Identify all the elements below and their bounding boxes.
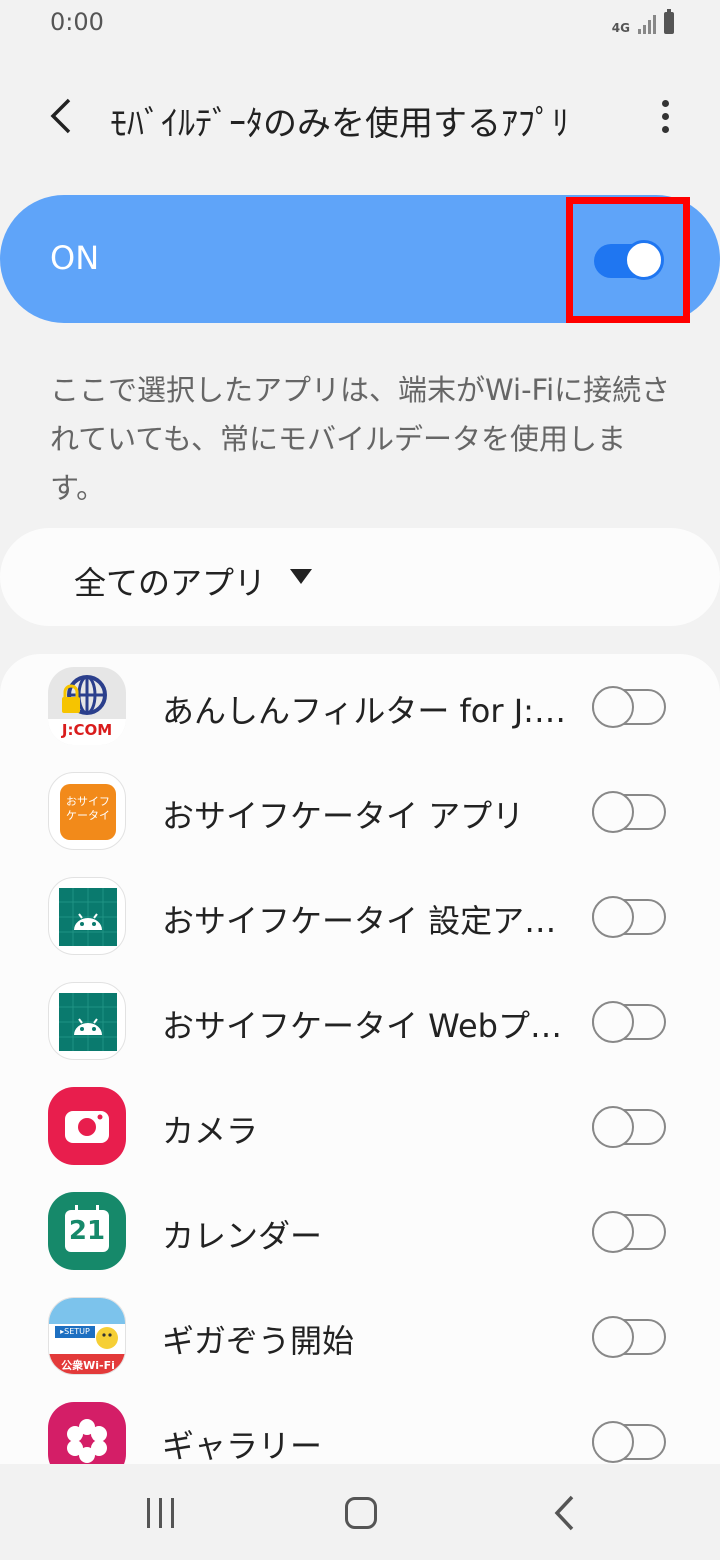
back-icon[interactable] [548,1494,582,1532]
app-toggle[interactable] [592,1316,666,1358]
status-icons: 4G [611,9,674,35]
calendar-icon: 21 [48,1192,126,1270]
app-header: ﾓﾊﾞｲﾙﾃﾞｰﾀのみを使用するｱﾌﾟﾘ [0,78,720,154]
app-toggle[interactable] [592,1211,666,1253]
app-toggle[interactable] [592,896,666,938]
list-item[interactable]: 21 カレンダー [0,1179,720,1284]
more-vert-icon [661,99,669,107]
battery-icon [664,9,674,34]
status-bar: 0:00 4G [0,0,720,50]
network-type-icon: 4G [611,21,630,35]
list-item[interactable]: カメラ [0,1074,720,1179]
list-item[interactable]: ▸SETUP 公衆Wi-Fi ギガぞう開始 [0,1284,720,1389]
list-item[interactable]: おサイフ ケータイ おサイフケータイ アプリ [0,759,720,864]
app-toggle[interactable] [592,1106,666,1148]
signal-icon [638,14,656,34]
app-name: おサイフケータイ 設定アプリ [162,902,562,940]
list-item[interactable]: おサイフケータイ 設定アプリ [0,864,720,969]
gallery-icon [48,1402,126,1464]
list-item[interactable]: J:COM あんしんフィルター for J:COM [0,654,720,759]
osaifu-keitai-icon: おサイフ ケータイ [48,772,126,850]
app-toggle[interactable] [592,1001,666,1043]
app-toggle[interactable] [592,686,666,728]
dropdown-arrow-icon [290,569,312,584]
android-settings-icon [48,877,126,955]
android-web-icon [48,982,126,1060]
app-toggle[interactable] [592,1421,666,1463]
app-list: J:COM あんしんフィルター for J:COM おサイフ ケータイ おサイフ… [0,654,720,1464]
app-name: カメラ [162,1112,259,1150]
status-time: 0:00 [50,8,104,36]
highlight-box [566,197,690,323]
list-item[interactable]: ギャラリー [0,1389,720,1464]
jcom-filter-icon: J:COM [48,667,126,745]
app-toggle[interactable] [592,791,666,833]
home-icon[interactable] [345,1497,377,1529]
camera-icon [48,1087,126,1165]
filter-selected-label: 全てのアプリ [74,564,267,602]
list-item[interactable]: おサイフケータイ Webプラグイン [0,969,720,1074]
app-name: ギガぞう開始 [162,1322,355,1360]
page-title: ﾓﾊﾞｲﾙﾃﾞｰﾀのみを使用するｱﾌﾟﾘ [110,104,569,144]
description-text: ここで選択したアプリは、端末がWi-Fiに接続されていても、常にモバイルデータを… [50,373,671,505]
chevron-left-icon [50,98,71,134]
app-name: ギャラリー [162,1427,323,1464]
back-button[interactable] [38,92,86,140]
app-name: おサイフケータイ アプリ [162,797,525,835]
app-filter-dropdown[interactable]: 全てのアプリ [0,528,720,626]
navigation-bar [0,1464,720,1560]
master-switch-label: ON [50,239,100,277]
more-options-button[interactable] [650,92,680,140]
recents-icon[interactable] [140,1498,180,1530]
app-name: おサイフケータイ Webプラグイン [162,1007,562,1045]
gigazo-icon: ▸SETUP 公衆Wi-Fi [48,1297,126,1375]
app-name: あんしんフィルター for J:COM [162,692,582,730]
app-name: カレンダー [162,1217,323,1255]
